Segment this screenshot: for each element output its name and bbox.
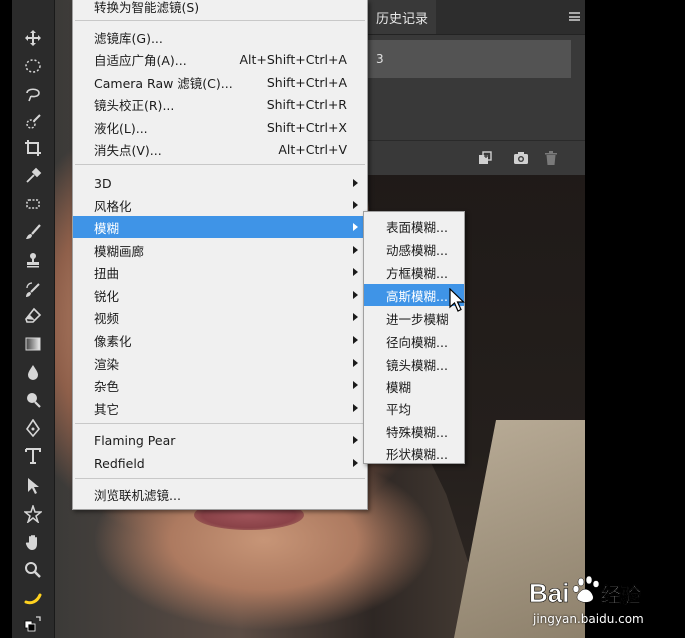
submenu-arrow-icon xyxy=(353,268,358,276)
camera-icon[interactable] xyxy=(513,150,529,166)
eraser-icon[interactable] xyxy=(20,306,46,326)
history-footer xyxy=(368,140,586,175)
history-tabbar: 历史记录 xyxy=(368,0,586,35)
panel-menu-icon[interactable] xyxy=(569,12,580,21)
submenu-arrow-icon xyxy=(353,201,358,209)
menu-separator xyxy=(75,423,365,424)
submenu-arrow-icon xyxy=(353,223,358,231)
menu-item-blur-gallery[interactable]: 模糊画廊 xyxy=(73,239,367,261)
submenu-item-lens-blur[interactable]: 镜头模糊... xyxy=(364,353,464,375)
tab-history[interactable]: 历史记录 xyxy=(368,0,437,34)
menu-item-filter-gallery[interactable]: 滤镜库(G)... xyxy=(73,26,367,48)
menu-item-redfield[interactable]: Redfield xyxy=(73,452,367,474)
letterbox-left xyxy=(0,0,12,638)
history-brush-icon[interactable] xyxy=(20,280,46,300)
blur-submenu: 表面模糊... 动感模糊... 方框模糊... 高斯模糊... 进一步模糊 径向… xyxy=(363,211,465,464)
menu-item-adaptive-wide-angle[interactable]: 自适应广角(A)... Alt+Shift+Ctrl+A xyxy=(73,48,367,70)
submenu-item-radial-blur[interactable]: 径向模糊... xyxy=(364,330,464,352)
menu-item-browse-filters-online[interactable]: 浏览联机滤镜... xyxy=(73,483,367,505)
type-icon[interactable] xyxy=(20,446,46,466)
submenu-item-average[interactable]: 平均 xyxy=(364,397,464,419)
edit-toolbar-icon[interactable] xyxy=(20,588,46,608)
eyedropper-icon[interactable] xyxy=(20,166,46,186)
zoom-icon[interactable] xyxy=(20,560,46,580)
menu-item-convert-smart-filters[interactable]: 转换为智能滤镜(S) xyxy=(73,0,367,17)
marquee-icon[interactable] xyxy=(20,56,46,76)
gradient-icon[interactable] xyxy=(20,334,46,354)
menu-item-render[interactable]: 渲染 xyxy=(73,352,367,374)
history-row[interactable]: 3 xyxy=(368,40,571,78)
svg-text:经验: 经验 xyxy=(601,583,641,607)
submenu-arrow-icon xyxy=(353,359,358,367)
path-select-icon[interactable] xyxy=(20,476,46,496)
submenu-item-motion-blur[interactable]: 动感模糊... xyxy=(364,238,464,260)
pen-icon[interactable] xyxy=(20,418,46,438)
svg-text:Bai: Bai xyxy=(529,578,569,608)
menu-item-sharpen[interactable]: 锐化 xyxy=(73,284,367,306)
dodge-icon[interactable] xyxy=(20,390,46,410)
submenu-item-box-blur[interactable]: 方框模糊... xyxy=(364,261,464,283)
submenu-arrow-icon xyxy=(353,459,358,467)
menu-item-liquify[interactable]: 液化(L)... Shift+Ctrl+X xyxy=(73,116,367,138)
letterbox-right xyxy=(585,0,685,638)
menu-separator xyxy=(75,164,365,165)
menu-item-pixelate[interactable]: 像素化 xyxy=(73,329,367,351)
swap-colors-icon[interactable] xyxy=(20,614,46,634)
menu-item-distort[interactable]: 扭曲 xyxy=(73,261,367,283)
menu-item-other[interactable]: 其它 xyxy=(73,397,367,419)
submenu-item-smart-blur[interactable]: 特殊模糊... xyxy=(364,420,464,442)
submenu-arrow-icon xyxy=(353,179,358,187)
mouse-cursor-icon xyxy=(449,287,467,314)
trash-icon[interactable] xyxy=(543,150,559,166)
menu-shortcut: Shift+Ctrl+A xyxy=(266,74,347,90)
healing-icon[interactable] xyxy=(20,194,46,214)
filter-menu: 转换为智能滤镜(S) 滤镜库(G)... 自适应广角(A)... Alt+Shif… xyxy=(72,0,368,510)
submenu-arrow-icon xyxy=(353,246,358,254)
menu-item-noise[interactable]: 杂色 xyxy=(73,374,367,396)
menu-item-vanishing-point[interactable]: 消失点(V)... Alt+Ctrl+V xyxy=(73,138,367,160)
baidu-watermark: Bai 经验 jingyan.baidu.com xyxy=(525,572,655,632)
menu-shortcut: Shift+Ctrl+X xyxy=(266,119,347,135)
submenu-arrow-icon xyxy=(353,291,358,299)
crop-icon[interactable] xyxy=(20,138,46,158)
stamp-icon[interactable] xyxy=(20,250,46,270)
menu-item-video[interactable]: 视频 xyxy=(73,306,367,328)
submenu-item-blur[interactable]: 模糊 xyxy=(364,375,464,397)
submenu-arrow-icon xyxy=(353,436,358,444)
menu-shortcut: Alt+Ctrl+V xyxy=(278,141,347,157)
submenu-arrow-icon xyxy=(353,381,358,389)
menu-item-lens-correction[interactable]: 镜头校正(R)... Shift+Ctrl+R xyxy=(73,93,367,115)
submenu-arrow-icon xyxy=(353,336,358,344)
baidu-logo-icon: Bai 经验 xyxy=(529,575,641,608)
menu-item-stylize[interactable]: 风格化 xyxy=(73,194,367,216)
brush-icon[interactable] xyxy=(20,222,46,242)
menu-item-camera-raw[interactable]: Camera Raw 滤镜(C)... Shift+Ctrl+A xyxy=(73,71,367,93)
menu-item-flaming-pear[interactable]: Flaming Pear xyxy=(73,429,367,451)
history-panel: 历史记录 3 xyxy=(367,0,586,175)
menu-separator xyxy=(75,478,365,479)
shape-icon[interactable] xyxy=(20,504,46,524)
quick-select-icon[interactable] xyxy=(20,112,46,132)
hand-icon[interactable] xyxy=(20,532,46,552)
tools-panel xyxy=(12,0,55,638)
submenu-item-surface-blur[interactable]: 表面模糊... xyxy=(364,215,464,237)
menu-item-blur[interactable]: 模糊 xyxy=(73,216,367,238)
submenu-arrow-icon xyxy=(353,313,358,321)
watermark-url: jingyan.baidu.com xyxy=(533,612,644,626)
menu-item-3d[interactable]: 3D xyxy=(73,172,367,194)
menu-shortcut: Alt+Shift+Ctrl+A xyxy=(239,51,347,67)
menu-separator xyxy=(75,20,365,21)
new-document-from-state-icon[interactable] xyxy=(477,150,493,166)
submenu-arrow-icon xyxy=(353,404,358,412)
blur-icon[interactable] xyxy=(20,362,46,382)
lasso-icon[interactable] xyxy=(20,84,46,104)
move-icon[interactable] xyxy=(20,28,46,48)
submenu-item-shape-blur[interactable]: 形状模糊... xyxy=(364,442,464,464)
menu-shortcut: Shift+Ctrl+R xyxy=(266,96,347,112)
